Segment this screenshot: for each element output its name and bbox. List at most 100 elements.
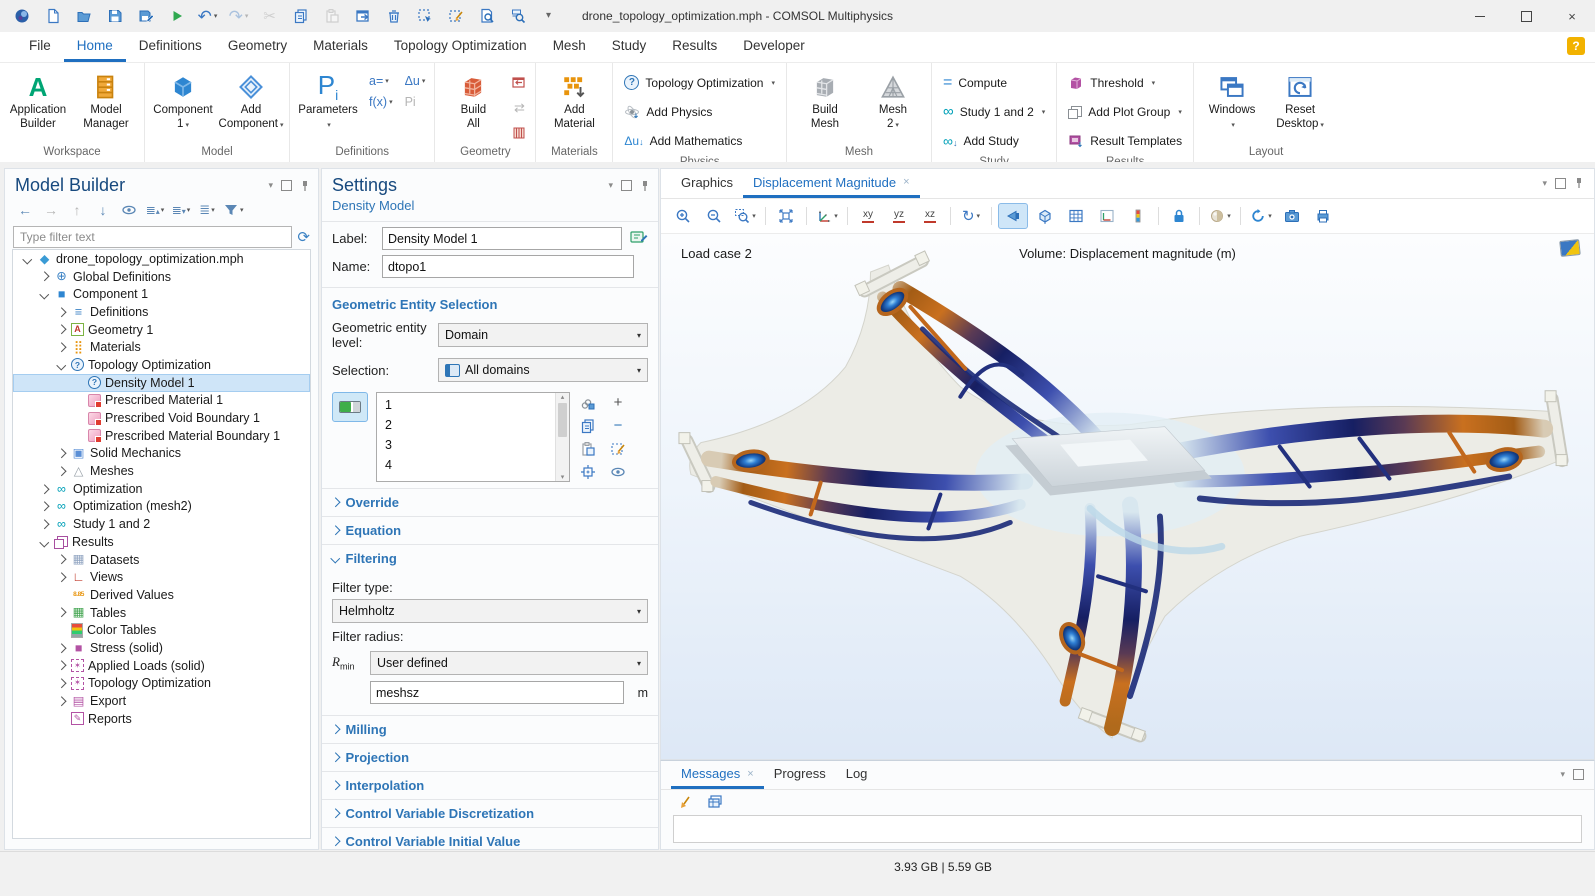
rotate-button[interactable]: ↻▾	[957, 204, 985, 228]
section-override[interactable]: Override	[322, 488, 658, 516]
filter-type-dropdown[interactable]: Helmholtz▾	[332, 599, 648, 623]
search-model-button[interactable]	[502, 3, 533, 29]
expand-icon[interactable]	[55, 680, 67, 687]
view-xy-button[interactable]: xy	[854, 204, 882, 228]
expand-icon[interactable]	[38, 486, 50, 493]
save-button[interactable]	[99, 3, 130, 29]
label-field[interactable]	[382, 227, 622, 250]
view-xz-button[interactable]: xz	[916, 204, 944, 228]
clear-selection-button[interactable]	[608, 440, 628, 457]
collapse-icon[interactable]	[55, 362, 67, 369]
save-as-button[interactable]	[130, 3, 161, 29]
rmin-dropdown[interactable]: User defined▾	[370, 651, 648, 675]
graphics-tab-displacement-magnitude[interactable]: Displacement Magnitude×	[743, 169, 920, 198]
qat-overflow-button[interactable]: ▾	[533, 3, 564, 29]
show-button[interactable]	[117, 200, 141, 220]
expand-icon[interactable]	[38, 521, 50, 528]
build-all-button[interactable]: BuildAll	[440, 68, 506, 134]
tree-item[interactable]: Color Tables	[13, 621, 310, 639]
show-selection-button[interactable]	[608, 463, 628, 480]
threshold-button[interactable]: Threshold▾	[1062, 68, 1161, 97]
insert-window-button[interactable]	[347, 3, 378, 29]
partition-button[interactable]	[508, 123, 530, 143]
collapse-icon[interactable]	[38, 291, 50, 298]
menu-tab-developer[interactable]: Developer	[730, 32, 818, 62]
pin-icon[interactable]	[640, 180, 650, 192]
go-forward-button[interactable]: →	[39, 200, 63, 220]
refresh-icon[interactable]: ⟳	[297, 228, 310, 246]
section-projection[interactable]: Projection	[322, 743, 658, 771]
chip-a[interactable]: a=▾	[369, 74, 393, 88]
menu-tab-geometry[interactable]: Geometry	[215, 32, 300, 62]
redo-button[interactable]: ↷▾	[223, 3, 254, 29]
section-filtering[interactable]: Filtering	[322, 544, 658, 572]
select-box-button[interactable]	[409, 3, 440, 29]
build-mesh-button[interactable]: BuildMesh	[792, 68, 858, 134]
tree-item[interactable]: ▦Tables	[13, 604, 310, 622]
expand-icon[interactable]	[38, 503, 50, 510]
tree-item[interactable]: Prescribed Void Boundary 1	[13, 409, 310, 427]
expand-button[interactable]: ≣▴▾	[143, 200, 167, 220]
expand-icon[interactable]	[55, 574, 67, 581]
expand-icon[interactable]	[55, 326, 67, 333]
tree-item[interactable]: ▤Export	[13, 692, 310, 710]
tree-item[interactable]: Prescribed Material 1	[13, 392, 310, 410]
show-grid-button[interactable]	[1062, 204, 1090, 228]
menu-tab-study[interactable]: Study	[599, 32, 660, 62]
tree-item[interactable]: Results	[13, 533, 310, 551]
zoom-box-button[interactable]: ▾	[731, 204, 759, 228]
section-interpolation[interactable]: Interpolation	[322, 771, 658, 799]
add-physics-button[interactable]: Add Physics	[618, 97, 718, 126]
tree-item[interactable]: ∞Optimization	[13, 480, 310, 498]
section-milling[interactable]: Milling	[322, 715, 658, 743]
show-axis-button[interactable]	[1093, 204, 1121, 228]
chip-u[interactable]: Δu▾	[405, 74, 426, 88]
domain-item[interactable]: 1	[377, 395, 555, 415]
move-down-button[interactable]: ↓	[91, 200, 115, 220]
messages-output[interactable]	[673, 815, 1582, 843]
tree-item[interactable]: ?Topology Optimization	[13, 356, 310, 374]
graphics-canvas[interactable]: Load case 2 Volume: Displacement magnitu…	[661, 234, 1594, 759]
expand-icon[interactable]	[55, 468, 67, 475]
chip-fx[interactable]: f(x)▾	[369, 95, 393, 109]
menu-tab-definitions[interactable]: Definitions	[126, 32, 215, 62]
add-component-button[interactable]: AddComponent▾	[218, 68, 284, 135]
tree-item[interactable]: ⣿Materials	[13, 338, 310, 356]
lock-axes-button[interactable]	[1165, 204, 1193, 228]
collapse-icon[interactable]	[21, 256, 33, 263]
zoom-to-selection-button[interactable]	[578, 463, 598, 480]
rename-icon[interactable]	[630, 229, 648, 248]
tree-item[interactable]: ∟Views	[13, 568, 310, 586]
add-plot-group-button[interactable]: Add Plot Group▾	[1062, 97, 1188, 126]
domain-list[interactable]: 1234 ▴▾	[376, 392, 570, 482]
plot-thumbnail-icon[interactable]	[1559, 239, 1581, 257]
float-icon[interactable]	[281, 180, 292, 191]
menu-tab-topology-optimization[interactable]: Topology Optimization	[381, 32, 540, 62]
go-back-button[interactable]: ←	[13, 200, 37, 220]
domain-item[interactable]: 4	[377, 455, 555, 475]
print-button[interactable]	[1309, 204, 1337, 228]
menu-tab-materials[interactable]: Materials	[300, 32, 381, 62]
collapse-icon[interactable]	[38, 539, 50, 546]
remove-from-selection-button[interactable]: −	[608, 417, 628, 434]
topology-optimization-button[interactable]: ?Topology Optimization▾	[618, 68, 781, 97]
tree-item[interactable]: ?Density Model 1	[13, 374, 310, 392]
menu-tab-file[interactable]: File	[16, 32, 64, 62]
undo-button[interactable]: ↶▾	[192, 3, 223, 29]
float-icon[interactable]	[1573, 769, 1584, 780]
tree-item[interactable]: 8.85Derived Values	[13, 586, 310, 604]
domain-item[interactable]: 3	[377, 435, 555, 455]
tree-item[interactable]: ∞Optimization (mesh2)	[13, 498, 310, 516]
domain-item[interactable]: 2	[377, 415, 555, 435]
compute-button[interactable]: =Compute	[937, 68, 1013, 97]
default-view-button[interactable]	[998, 203, 1028, 229]
tree-item[interactable]: ∞Study 1 and 2	[13, 515, 310, 533]
tree-item[interactable]: AGeometry 1	[13, 321, 310, 339]
paste-button[interactable]	[316, 3, 347, 29]
go-to-view-button[interactable]: ▾	[813, 204, 841, 228]
maximize-button[interactable]	[1503, 0, 1549, 32]
tree-item[interactable]: ✶Topology Optimization	[13, 675, 310, 693]
new-file-button[interactable]	[37, 3, 68, 29]
copy-selection-button[interactable]	[578, 417, 598, 434]
zoom-out-button[interactable]	[700, 204, 728, 228]
